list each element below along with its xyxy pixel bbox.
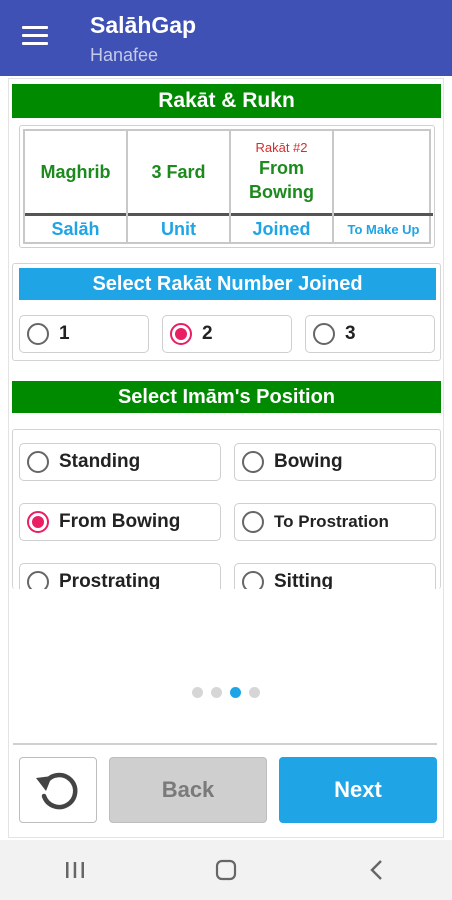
joined-value: From Bowing	[249, 158, 314, 202]
imam-position-title: Select Imām's Position	[117, 386, 336, 408]
radio-unchecked-icon	[27, 323, 49, 345]
unit-label: Unit	[128, 213, 229, 242]
back-button-label: Back	[161, 777, 215, 802]
summary-cell-salah: Maghrib Salāh	[25, 131, 128, 242]
rakat-option-label: 3	[345, 323, 356, 344]
back-nav-icon[interactable]	[347, 850, 407, 890]
back-button[interactable]: Back	[109, 757, 267, 823]
position-option-label: Standing	[59, 451, 141, 472]
position-option-bowing[interactable]: Bowing	[234, 443, 436, 481]
salah-value: Maghrib	[40, 162, 111, 182]
radio-checked-icon	[170, 323, 192, 345]
summary-cell-joined: Rakāt #2 From Bowing Joined	[231, 131, 334, 242]
salah-label: Salāh	[25, 213, 126, 242]
next-button-label: Next	[334, 777, 382, 802]
rakat-option-label: 2	[202, 323, 213, 344]
position-option-from-bowing[interactable]: From Bowing	[19, 503, 221, 541]
position-option-label: To Prostration	[274, 512, 389, 531]
position-option-label: From Bowing	[59, 511, 181, 532]
app-title: SalāhGap	[90, 12, 197, 38]
summary-table: Maghrib Salāh 3 Fard Unit Rakāt #2 From …	[19, 125, 435, 248]
rakat-select-title: Select Rakāt Number Joined	[92, 273, 363, 295]
next-button[interactable]: Next	[279, 757, 437, 823]
page-dot	[249, 687, 260, 698]
summary-cell-make-up: To Make Up	[334, 131, 433, 242]
position-option-to-prostration[interactable]: To Prostration	[234, 503, 436, 541]
scroll-clip	[9, 589, 443, 749]
joined-label: Joined	[231, 213, 332, 242]
radio-unchecked-icon	[27, 451, 49, 473]
restart-icon	[36, 772, 78, 810]
rakat-option-3[interactable]: 3	[305, 315, 435, 353]
make-up-label: To Make Up	[334, 213, 433, 242]
page-dot	[192, 687, 203, 698]
rakat-rukn-header: Rakāt & Rukn	[12, 84, 441, 118]
page-indicator	[9, 687, 443, 698]
rakat-option-1[interactable]: 1	[19, 315, 149, 353]
page-dot	[211, 687, 222, 698]
restart-button[interactable]	[19, 757, 97, 823]
page-dot-active	[230, 687, 241, 698]
recents-icon[interactable]	[45, 850, 105, 890]
unit-value: 3 Fard	[151, 162, 206, 182]
radio-unchecked-icon	[242, 451, 264, 473]
imam-position-header: Select Imām's Position	[12, 381, 441, 413]
rakat-select-header: Select Rakāt Number Joined	[19, 268, 436, 300]
imam-position-section: Standing Bowing From Bowing To Prostrati…	[12, 429, 441, 601]
home-icon[interactable]	[196, 850, 256, 890]
footer-divider	[13, 743, 437, 745]
radio-unchecked-icon	[313, 323, 335, 345]
summary-cell-unit: 3 Fard Unit	[128, 131, 231, 242]
rakat-option-2[interactable]: 2	[162, 315, 292, 353]
radio-unchecked-icon	[242, 511, 264, 533]
rakat-select-section: Select Rakāt Number Joined 1 2 3	[12, 263, 441, 361]
radio-checked-icon	[27, 511, 49, 533]
rakat-tag: Rakāt #2	[255, 140, 308, 155]
system-nav-bar	[0, 840, 452, 900]
rakat-option-label: 1	[59, 323, 70, 344]
position-option-label: Bowing	[274, 451, 343, 472]
app-subtitle: Hanafee	[90, 45, 159, 65]
hamburger-menu-icon[interactable]	[22, 26, 48, 48]
main-content: Rakāt & Rukn Maghrib Salāh 3 Fard Unit R…	[8, 78, 444, 838]
app-bar: SalāhGap Hanafee	[0, 0, 452, 76]
position-option-standing[interactable]: Standing	[19, 443, 221, 481]
rakat-rukn-title: Rakāt & Rukn	[158, 89, 295, 112]
